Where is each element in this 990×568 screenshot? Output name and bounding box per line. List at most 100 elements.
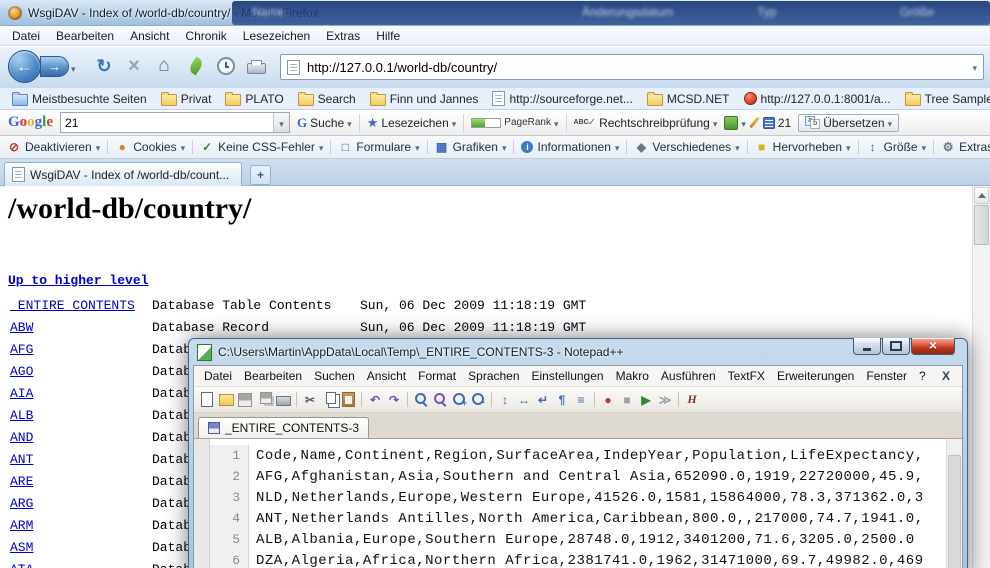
editor-area[interactable]: 1 Code,Name,Continent,Region,SurfaceArea… xyxy=(194,439,962,568)
google-bookmarks-button[interactable]: Lesezeichen xyxy=(367,115,457,131)
separator[interactable] xyxy=(594,392,595,407)
copy-icon[interactable] xyxy=(320,391,338,408)
menu-item[interactable]: Hilfe xyxy=(368,27,408,45)
sage-feed-button[interactable] xyxy=(184,54,208,78)
replace-icon[interactable] xyxy=(431,391,449,408)
print-icon[interactable] xyxy=(274,391,292,408)
refresh-button[interactable] xyxy=(92,54,116,78)
forward-button[interactable] xyxy=(40,56,69,77)
webdev-menu-button[interactable]: ▦ Grafiken xyxy=(435,140,518,154)
close-button[interactable] xyxy=(911,338,955,355)
editor-lines[interactable]: 1 Code,Name,Continent,Region,SurfaceArea… xyxy=(210,439,962,568)
stop-record-icon[interactable]: ■ xyxy=(618,391,636,408)
scroll-up-arrow[interactable] xyxy=(974,187,989,204)
highlight-button[interactable] xyxy=(753,116,756,129)
scrollbar-thumb[interactable] xyxy=(974,205,989,245)
menu-item[interactable]: Sprachen xyxy=(462,368,525,384)
entry-link[interactable]: ARE xyxy=(10,474,152,489)
history-dropdown-icon[interactable] xyxy=(71,61,76,75)
up-to-higher-level-link[interactable]: Up to higher level xyxy=(8,273,148,288)
bookmark-item[interactable]: PLATO xyxy=(219,92,289,106)
google-searchbox[interactable] xyxy=(60,112,290,133)
url-bar[interactable] xyxy=(280,54,984,80)
separator[interactable] xyxy=(407,392,408,407)
browser-scrollbar[interactable] xyxy=(972,186,990,568)
bookmark-item[interactable]: MCSD.NET xyxy=(641,92,736,106)
new-tab-button[interactable]: + xyxy=(250,165,271,185)
menu-item[interactable]: Suchen xyxy=(308,368,361,384)
notepad-titlebar[interactable]: C:\Users\Martin\AppData\Local\Temp\_ENTI… xyxy=(193,339,963,365)
entry-link[interactable]: AND xyxy=(10,430,152,445)
menu-item[interactable]: ? xyxy=(913,368,932,384)
menu-item[interactable]: Makro xyxy=(610,368,655,384)
separator[interactable] xyxy=(361,392,362,407)
indent-guide-icon[interactable]: ≡ xyxy=(572,391,590,408)
webdev-menu-button[interactable]: ● Cookies xyxy=(115,140,196,154)
show-symbols-icon[interactable]: ¶ xyxy=(553,391,571,408)
webdev-menu-button[interactable]: ■ Hervorheben xyxy=(755,140,862,154)
play-macro-icon[interactable]: ▶ xyxy=(637,391,655,408)
maximize-button[interactable] xyxy=(882,338,910,355)
history-button[interactable] xyxy=(214,54,238,78)
menu-item[interactable]: Ansicht xyxy=(361,368,412,384)
bookmark-item[interactable]: Search xyxy=(292,92,362,106)
paste-icon[interactable] xyxy=(339,391,357,408)
bookmark-item[interactable]: http://sourceforge.net... xyxy=(486,91,638,106)
close-document-button[interactable]: X xyxy=(934,369,958,383)
undo-icon[interactable]: ↶ xyxy=(366,391,384,408)
print-button[interactable] xyxy=(244,54,268,78)
sync-vertical-icon[interactable]: ↕ xyxy=(496,391,514,408)
webdev-menu-button[interactable]: ◆ Verschiedenes xyxy=(634,140,750,154)
open-file-icon[interactable] xyxy=(217,391,235,408)
google-search-input[interactable] xyxy=(61,116,273,130)
bookmark-item[interactable]: Finn und Jannes xyxy=(364,92,485,106)
entry-link[interactable]: _ENTIRE_CONTENTS xyxy=(10,298,152,313)
separator[interactable] xyxy=(678,392,679,407)
webdev-menu-button[interactable]: □ Formulare xyxy=(338,140,430,154)
menu-item[interactable]: Ausführen xyxy=(655,368,722,384)
menu-item[interactable]: Chronik xyxy=(177,27,234,45)
menu-item[interactable]: Ansicht xyxy=(122,27,177,45)
minimize-button[interactable] xyxy=(853,338,881,355)
send-to-button[interactable] xyxy=(724,116,746,130)
webdev-menu-button[interactable]: ↕ Größe xyxy=(866,140,938,154)
bookmark-item[interactable]: Privat xyxy=(155,92,218,106)
run-macro-icon[interactable]: ≫ xyxy=(656,391,674,408)
firefox-titlebar[interactable]: WsgiDAV - Index of /world-db/country/ - … xyxy=(0,0,990,26)
zoom-in-icon[interactable] xyxy=(450,391,468,408)
word-wrap-icon[interactable]: ↵ xyxy=(534,391,552,408)
google-search-button[interactable]: Suche xyxy=(297,115,352,131)
webdev-menu-button[interactable]: ⊘ Deaktivieren xyxy=(7,140,111,154)
record-macro-icon[interactable]: ● xyxy=(599,391,617,408)
cut-icon[interactable]: ✂ xyxy=(301,391,319,408)
entry-link[interactable]: ASM xyxy=(10,540,152,555)
editor-scrollbar-thumb[interactable] xyxy=(948,455,961,568)
menu-item[interactable]: Erweiterungen xyxy=(771,368,860,384)
counter-widget[interactable]: 21 xyxy=(763,116,791,130)
separator[interactable] xyxy=(296,392,297,407)
entry-link[interactable]: ARM xyxy=(10,518,152,533)
menu-item[interactable]: Lesezeichen xyxy=(235,27,318,45)
entry-link[interactable]: AFG xyxy=(10,342,152,357)
entry-link[interactable]: ARG xyxy=(10,496,152,511)
home-button[interactable] xyxy=(152,54,176,78)
menu-item[interactable]: Einstellungen xyxy=(526,368,610,384)
menu-item[interactable]: Datei xyxy=(198,368,238,384)
redo-icon[interactable]: ↷ xyxy=(385,391,403,408)
tab-wsgidav[interactable]: WsgiDAV - Index of /world-db/count... xyxy=(4,162,242,186)
new-file-icon[interactable] xyxy=(198,391,216,408)
entry-link[interactable]: ATA xyxy=(10,562,152,568)
back-button[interactable] xyxy=(8,50,41,83)
spellcheck-button[interactable]: Rechtschreibprüfung xyxy=(574,116,718,130)
view-html-icon[interactable]: H xyxy=(683,391,701,408)
menu-item[interactable]: Bearbeiten xyxy=(238,368,308,384)
entry-link[interactable]: ANT xyxy=(10,452,152,467)
webdev-menu-button[interactable]: i Informationen xyxy=(521,140,630,154)
zoom-out-icon[interactable] xyxy=(469,391,487,408)
separator[interactable] xyxy=(491,392,492,407)
menu-item[interactable]: Format xyxy=(412,368,462,384)
entry-link[interactable]: ALB xyxy=(10,408,152,423)
entry-link[interactable]: AIA xyxy=(10,386,152,401)
stop-button[interactable] xyxy=(122,54,146,78)
webdev-menu-button[interactable]: ⚙ Extras xyxy=(941,140,990,154)
